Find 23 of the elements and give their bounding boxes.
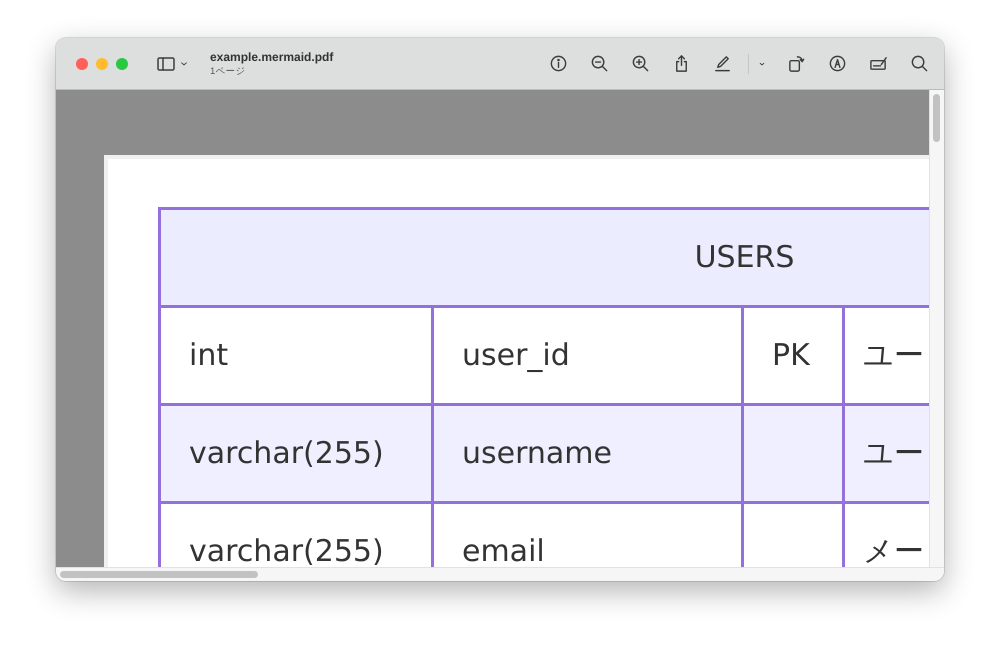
markup-icon — [828, 54, 846, 73]
info-icon — [548, 54, 568, 73]
table-cell: user_id — [432, 306, 742, 404]
table-cell: ユー — [844, 404, 929, 502]
vertical-scrollbar[interactable] — [933, 94, 940, 142]
table-cell: int — [160, 306, 432, 404]
search-icon — [910, 54, 928, 73]
zoom-in-icon — [630, 54, 650, 73]
window-title: example.mermaid.pdf — [210, 50, 334, 64]
table-cell: varchar(255) — [160, 404, 432, 502]
page-count: 1ページ — [210, 64, 246, 78]
horizontal-scrollbar[interactable] — [60, 571, 258, 578]
pen-icon — [712, 54, 732, 73]
table-title: USERS — [160, 208, 929, 306]
zoom-out-icon — [590, 54, 608, 73]
signature-icon — [868, 54, 888, 73]
table-cell: ユー — [844, 306, 929, 404]
table-cell: username — [432, 404, 742, 502]
table-cell: email — [432, 502, 742, 567]
table-cell: メー — [844, 502, 929, 567]
rotate-icon — [786, 54, 806, 73]
table-cell: varchar(255) — [160, 502, 432, 567]
table-cell: PK — [742, 306, 844, 404]
